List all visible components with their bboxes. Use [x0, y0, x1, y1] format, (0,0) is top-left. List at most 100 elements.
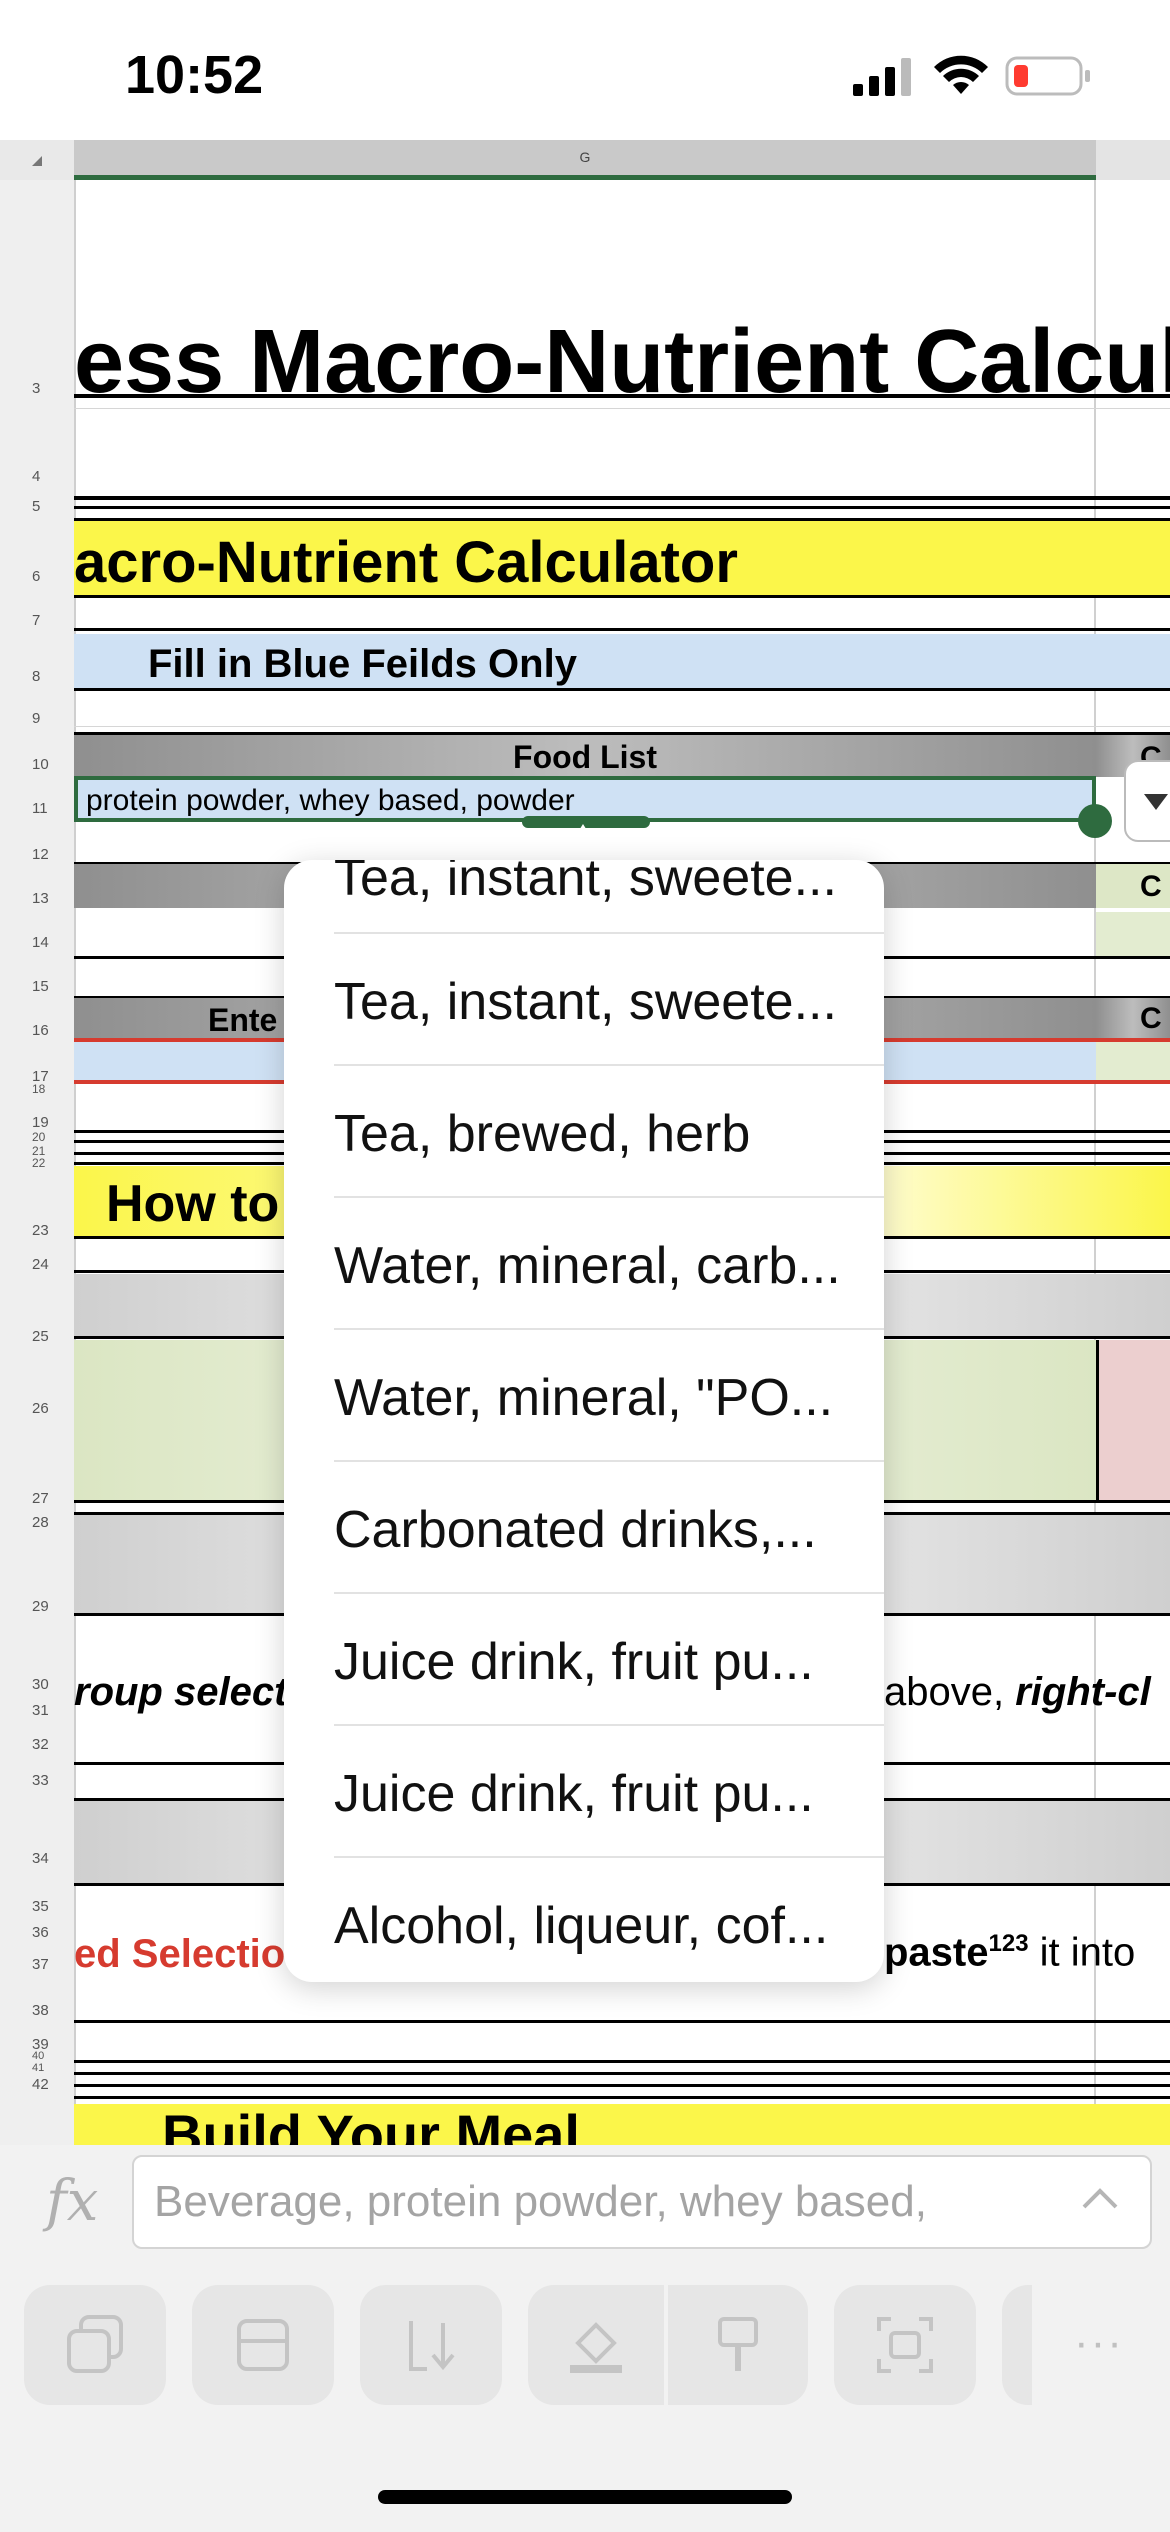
green-entry-cell[interactable] [1096, 1042, 1170, 1080]
sheet-title[interactable]: ess Macro-Nutrient Calcula [74, 312, 1170, 412]
dropdown-item[interactable]: Water, mineral, "PO... [334, 1368, 884, 1428]
header-cell-right[interactable]: C [1096, 998, 1170, 1040]
dropdown-toggle-button[interactable] [1124, 760, 1170, 842]
dropdown-separator [334, 932, 884, 934]
row-number[interactable]: 19 [0, 1114, 74, 1131]
column-header-next[interactable] [1096, 140, 1170, 180]
build-meal-label: Build Your Meal [162, 2103, 580, 2145]
row-number[interactable]: 4 [0, 468, 74, 485]
row-number[interactable]: 14 [0, 934, 74, 951]
row-number[interactable]: 33 [0, 1772, 74, 1789]
copy-icon [67, 2315, 123, 2373]
row-number[interactable]: 32 [0, 1736, 74, 1753]
food-list-header-cell[interactable]: Food List [74, 732, 1096, 777]
row-border [74, 2020, 1170, 2023]
home-indicator[interactable] [378, 2490, 792, 2504]
paste-superscript: 123 [988, 1930, 1029, 1957]
instruction-above-text[interactable]: above, right-cl [884, 1670, 1151, 1715]
format-painter-button[interactable] [668, 2285, 808, 2405]
calculator-header-band[interactable]: acro-Nutrient Calculator [74, 518, 1170, 598]
selection-handle[interactable] [1078, 804, 1112, 838]
row-number[interactable]: 27 [0, 1490, 74, 1507]
paste-text: paste [884, 1930, 989, 1975]
dropdown-item[interactable]: Tea, instant, sweete... [334, 860, 884, 908]
row-number[interactable]: 30 [0, 1676, 74, 1693]
row-number[interactable]: 34 [0, 1850, 74, 1867]
row-number[interactable]: 38 [0, 2002, 74, 2019]
dropdown-item[interactable]: Juice drink, fruit pu... [334, 1632, 884, 1692]
formula-input[interactable]: Beverage, protein powder, whey based, [132, 2155, 1152, 2249]
dropdown-item[interactable]: Carbonated drinks,... [334, 1500, 884, 1560]
selected-cell-text: protein powder, whey based, powder [86, 784, 575, 817]
row-border [74, 2096, 1170, 2099]
fill-down-button[interactable] [360, 2285, 502, 2405]
row-number[interactable]: 3 [0, 380, 74, 397]
dropdown-arrow-icon [1144, 794, 1168, 810]
column-header-g[interactable]: G [74, 140, 1096, 180]
insert-row-button[interactable] [192, 2285, 334, 2405]
row-number[interactable]: 16 [0, 1022, 74, 1039]
food-list-header: Food List [513, 739, 657, 775]
row-number[interactable]: 8 [0, 668, 74, 685]
row-number[interactable]: 28 [0, 1514, 74, 1531]
row-number[interactable]: 24 [0, 1256, 74, 1273]
paste-instruction[interactable]: paste123 it into [884, 1930, 1135, 1975]
fx-icon[interactable]: fx [46, 2169, 98, 2234]
fill-color-button[interactable] [528, 2285, 664, 2405]
instruction-band[interactable]: Fill in Blue Feilds Only [74, 634, 1170, 691]
select-all-corner[interactable] [0, 140, 76, 180]
dropdown-separator [334, 1856, 884, 1858]
copy-button[interactable] [24, 2285, 166, 2405]
food-dropdown-popup[interactable]: Tea, instant, sweete... Tea, instant, sw… [284, 860, 884, 1982]
row-number[interactable]: 22 [0, 1156, 74, 1170]
row-border [74, 496, 1170, 500]
enter-label: Ente [208, 1002, 278, 1038]
row-number[interactable]: 23 [0, 1222, 74, 1239]
row-number[interactable]: 7 [0, 612, 74, 629]
row-number[interactable]: 31 [0, 1702, 74, 1719]
dropdown-item[interactable]: Tea, instant, sweete... [334, 972, 884, 1032]
group-select-text[interactable]: roup select [74, 1670, 287, 1715]
row-number[interactable]: 11 [0, 800, 74, 817]
row-number[interactable]: 41 [0, 2062, 74, 2074]
row-number[interactable]: 13 [0, 890, 74, 907]
row-number[interactable]: 20 [0, 1130, 74, 1144]
dropdown-separator [334, 1724, 884, 1726]
row-number[interactable]: 40 [0, 2050, 74, 2062]
chevron-up-icon[interactable] [1080, 2185, 1120, 2213]
dropdown-item[interactable]: Tea, brewed, herb [334, 1104, 884, 1164]
header-partial-text: C [1140, 870, 1162, 903]
row-number[interactable]: 35 [0, 1898, 74, 1915]
row-number[interactable]: 10 [0, 756, 74, 773]
red-info-box[interactable] [1096, 1340, 1170, 1500]
green-cell-row13[interactable]: C [1096, 864, 1170, 908]
row-number[interactable]: 9 [0, 710, 74, 727]
green-cell-row14[interactable] [1096, 912, 1170, 956]
row-number[interactable]: 37 [0, 1956, 74, 1973]
row-number[interactable]: 26 [0, 1400, 74, 1417]
row-number[interactable]: 25 [0, 1328, 74, 1345]
row-number[interactable]: 36 [0, 1924, 74, 1941]
row-insert-icon [237, 2319, 289, 2371]
row-number[interactable]: 5 [0, 498, 74, 515]
wifi-icon [934, 55, 988, 94]
cellular-signal-icon [853, 58, 911, 96]
dropdown-item[interactable]: Alcohol, liqueur, cof... [334, 1896, 884, 1956]
above-text: above, [884, 1670, 1016, 1714]
screenshot-button[interactable] [834, 2285, 976, 2405]
selection-text[interactable]: ed Selectio [74, 1932, 285, 1977]
row-border [74, 2060, 1170, 2063]
row-number[interactable]: 18 [0, 1082, 74, 1096]
dropdown-item[interactable]: Juice drink, fruit pu... [334, 1764, 884, 1824]
row-number[interactable]: 6 [0, 568, 74, 585]
toolbar-next-button[interactable] [1002, 2285, 1032, 2405]
status-bar: 10:52 [0, 0, 1170, 140]
dropdown-separator [334, 1196, 884, 1198]
more-icon[interactable]: ··· [1074, 2318, 1124, 2368]
row-number[interactable]: 29 [0, 1598, 74, 1615]
build-meal-band[interactable]: Build Your Meal [74, 2103, 1170, 2145]
row-number[interactable]: 12 [0, 846, 74, 863]
dropdown-item[interactable]: Water, mineral, carb... [334, 1236, 884, 1296]
row-number[interactable]: 42 [0, 2076, 74, 2093]
row-number[interactable]: 15 [0, 978, 74, 995]
